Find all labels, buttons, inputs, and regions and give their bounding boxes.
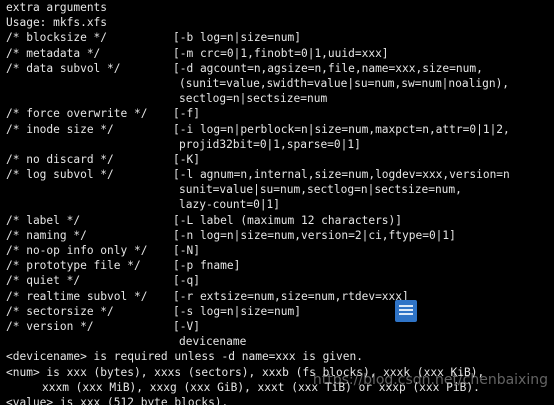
note-devicename-required: <devicename> is required unless -d name=… bbox=[6, 350, 363, 364]
option-args: [-L label (maximum 12 characters)] bbox=[173, 213, 403, 227]
option-row-blocksize: /* blocksize */ [-b log=n|size=num] bbox=[6, 30, 554, 45]
option-args-continuation: sunit=value|su=num,sectlog=n|sectsize=nu… bbox=[179, 183, 462, 197]
document-lines-icon[interactable] bbox=[395, 300, 417, 322]
option-row-realtime-subvol: /* realtime subvol */ [-r extsize=num,si… bbox=[6, 289, 554, 304]
option-label: /* prototype file */ bbox=[6, 259, 141, 273]
header-line-2: Usage: mkfs.xfs bbox=[6, 16, 108, 30]
option-label: /* no discard */ bbox=[6, 152, 114, 166]
note-value-units: <value> is xxx (512 byte blocks). bbox=[6, 395, 229, 405]
option-args: [-r extsize=num,size=num,rtdev=xxx] bbox=[173, 289, 409, 303]
option-row-log-subvol: /* log subvol */ [-l agnum=n,internal,si… bbox=[6, 167, 554, 182]
option-args: [-m crc=0|1,finobt=0|1,uuid=xxx] bbox=[173, 46, 389, 60]
option-args: [-i log=n|perblock=n|size=num,maxpct=n,a… bbox=[173, 122, 510, 136]
option-args-continuation: (sunit=value,swidth=value|su=num,sw=num|… bbox=[179, 76, 510, 90]
option-label: /* no-op info only */ bbox=[6, 244, 148, 257]
option-args: [-q] bbox=[173, 274, 200, 288]
option-args: [-l agnum=n,internal,size=num,logdev=xxx… bbox=[173, 168, 510, 182]
option-row-sectorsize: /* sectorsize */ [-s log=n|size=num] bbox=[6, 304, 554, 319]
terminal-window[interactable]: extra arguments Usage: mkfs.xfs /* block… bbox=[0, 0, 554, 405]
watermark-text: https://blog.csdn.net/chenbaixing bbox=[312, 371, 548, 388]
option-label: /* data subvol */ bbox=[6, 61, 121, 75]
option-label: /* log subvol */ bbox=[6, 168, 114, 182]
option-label: /* quiet */ bbox=[6, 274, 81, 288]
devicename-argument: devicename bbox=[179, 335, 247, 349]
option-row-naming: /* naming */ [-n log=n|size=num,version=… bbox=[6, 228, 554, 243]
option-args-continuation: sectlog=n|sectsize=num bbox=[179, 92, 328, 106]
option-label: /* naming */ bbox=[6, 228, 87, 242]
option-args: [-d agcount=n,agsize=n,file,name=xxx,siz… bbox=[173, 61, 483, 75]
option-label: /* metadata */ bbox=[6, 46, 101, 60]
option-args: [-p fname] bbox=[173, 259, 241, 273]
option-row-data-subvol: /* data subvol */ [-d agcount=n,agsize=n… bbox=[6, 61, 554, 76]
option-label: /* realtime subvol */ bbox=[6, 289, 148, 303]
option-row-quiet: /* quiet */ [-q] bbox=[6, 273, 554, 288]
option-row-metadata: /* metadata */ [-m crc=0|1,finobt=0|1,uu… bbox=[6, 46, 554, 61]
header-line-1: extra arguments bbox=[6, 1, 108, 14]
option-label: /* inode size */ bbox=[6, 122, 114, 136]
option-label: /* blocksize */ bbox=[6, 31, 108, 45]
option-label: /* force overwrite */ bbox=[6, 107, 148, 121]
option-args: [-s log=n|size=num] bbox=[173, 304, 301, 318]
option-args: [-V] bbox=[173, 319, 200, 333]
option-args: [-f] bbox=[173, 107, 200, 121]
option-args: [-K] bbox=[173, 152, 200, 166]
option-row-no-op-info: /* no-op info only */ [-N] bbox=[6, 243, 554, 258]
option-row-label: /* label */ [-L label (maximum 12 charac… bbox=[6, 213, 554, 228]
option-row-version: /* version */ [-V] bbox=[6, 319, 554, 334]
option-label: /* sectorsize */ bbox=[6, 304, 114, 318]
option-row-force-overwrite: /* force overwrite */ [-f] bbox=[6, 106, 554, 121]
option-args: [-N] bbox=[173, 244, 200, 257]
option-args: [-n log=n|size=num,version=2|ci,ftype=0|… bbox=[173, 228, 456, 242]
option-row-no-discard: /* no discard */ [-K] bbox=[6, 152, 554, 167]
option-args-continuation: projid32bit=0|1,sparse=0|1] bbox=[179, 137, 361, 151]
option-row-inode-size: /* inode size */ [-i log=n|perblock=n|si… bbox=[6, 122, 554, 137]
option-args: [-b log=n|size=num] bbox=[173, 31, 301, 45]
option-label: /* version */ bbox=[6, 319, 94, 333]
option-row-prototype-file: /* prototype file */ [-p fname] bbox=[6, 258, 554, 273]
option-args-continuation: lazy-count=0|1] bbox=[179, 198, 281, 212]
option-label: /* label */ bbox=[6, 213, 81, 227]
